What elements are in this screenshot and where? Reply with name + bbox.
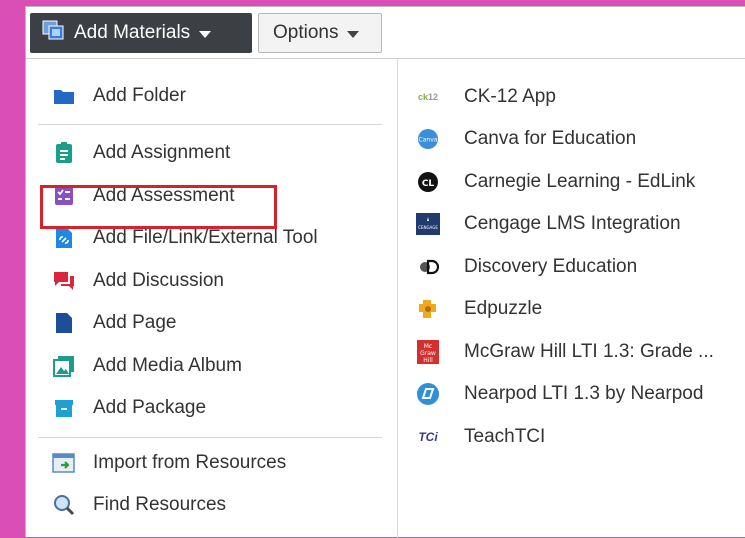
add-materials-button[interactable]: Add Materials (30, 13, 252, 53)
import-icon (52, 451, 76, 475)
add-materials-label: Add Materials (74, 22, 191, 43)
app-item-teachtci[interactable]: TCi TeachTCI (398, 417, 745, 457)
app-item-cengage[interactable]: CENGAGE Cengage LMS Integration (398, 204, 745, 244)
app-item-label: CK-12 App (464, 86, 556, 107)
app-item-label: McGraw Hill LTI 1.3: Grade ... (464, 341, 714, 362)
materials-menu-apps: ck 12 CK-12 App Canva Canva for Education… (398, 59, 745, 538)
menu-item-add-package[interactable]: Add Package (26, 388, 386, 428)
teachtci-logo-icon: TCi (418, 430, 438, 444)
app-item-label: Edpuzzle (464, 298, 543, 319)
assignment-highlight-box (40, 185, 277, 229)
add-materials-panel: Add Materials Options Add Folder Add Ass… (25, 6, 745, 538)
menu-item-label: Add Discussion (93, 270, 224, 291)
carnegie-logo-icon: CL (416, 170, 440, 194)
app-item-label: Cengage LMS Integration (464, 213, 681, 234)
canva-logo-icon: Canva (416, 127, 440, 151)
app-item-canva[interactable]: Canva Canva for Education (398, 119, 745, 159)
discussion-icon (52, 269, 76, 293)
media-album-icon (52, 354, 76, 378)
package-icon (52, 396, 76, 420)
svg-text:Hill: Hill (423, 357, 433, 364)
app-item-mcgraw-hill[interactable]: Mc Graw Hill McGraw Hill LTI 1.3: Grade ..… (398, 332, 745, 372)
add-materials-icon (42, 20, 64, 46)
menu-item-add-assignment[interactable]: Add Assignment (26, 133, 386, 173)
ck12-logo-icon: ck 12 (417, 92, 439, 102)
menu-item-add-page[interactable]: Add Page (26, 303, 386, 343)
app-item-label: Discovery Education (464, 256, 638, 277)
mcgraw-hill-logo-icon: Mc Graw Hill (416, 340, 440, 364)
menu-item-add-folder[interactable]: Add Folder (26, 76, 386, 116)
menu-item-label: Import from Resources (93, 452, 287, 473)
app-item-carnegie[interactable]: CL Carnegie Learning - EdLink (398, 162, 745, 202)
file-link-icon (52, 226, 76, 250)
menu-item-add-discussion[interactable]: Add Discussion (26, 261, 386, 301)
app-item-nearpod[interactable]: Nearpod LTI 1.3 by Nearpod (398, 374, 745, 414)
folder-icon (52, 84, 76, 108)
menu-item-label: Add Page (93, 312, 177, 333)
menu-item-label: Add Folder (93, 85, 186, 106)
menu-item-label: Add Package (93, 397, 207, 418)
edpuzzle-logo-icon (416, 297, 440, 321)
app-item-label: Nearpod LTI 1.3 by Nearpod (464, 383, 704, 404)
app-item-ck12[interactable]: ck 12 CK-12 App (398, 77, 745, 117)
page-icon (52, 311, 76, 335)
menu-item-find-resources[interactable]: Find Resources (26, 485, 386, 525)
options-label: Options (273, 22, 339, 43)
divider (38, 124, 382, 125)
menu-item-add-media-album[interactable]: Add Media Album (26, 346, 386, 386)
app-item-edpuzzle[interactable]: Edpuzzle (398, 289, 745, 329)
chevron-down-icon (199, 30, 212, 38)
options-button[interactable]: Options (258, 13, 382, 53)
menu-item-label: Add Assignment (93, 142, 231, 163)
app-item-label: Canva for Education (464, 128, 637, 149)
app-item-label: Carnegie Learning - EdLink (464, 171, 696, 192)
chevron-down-icon (347, 30, 360, 38)
divider (38, 437, 382, 438)
app-item-label: TeachTCI (464, 426, 546, 447)
materials-menu-left: Add Folder Add Assignment Add Assessment… (26, 59, 398, 538)
menu-item-label: Find Resources (93, 494, 227, 515)
menu-item-label: Add File/Link/External Tool (93, 227, 318, 248)
discovery-logo-icon (416, 255, 440, 279)
app-item-discovery[interactable]: Discovery Education (398, 247, 745, 287)
svg-text:Mc: Mc (424, 343, 432, 350)
cengage-logo-icon: CENGAGE (416, 212, 440, 236)
svg-text:Graw: Graw (420, 350, 436, 357)
assignment-icon (52, 141, 76, 165)
svg-text:CENGAGE: CENGAGE (418, 225, 438, 230)
search-icon (52, 493, 76, 517)
svg-text:Canva: Canva (419, 137, 438, 144)
menu-item-label: Add Media Album (93, 355, 242, 376)
nearpod-logo-icon (416, 382, 440, 406)
toolbar: Add Materials Options (26, 7, 745, 59)
menu-item-import-from-resources[interactable]: Import from Resources (26, 443, 386, 483)
svg-text:CL: CL (422, 179, 435, 189)
